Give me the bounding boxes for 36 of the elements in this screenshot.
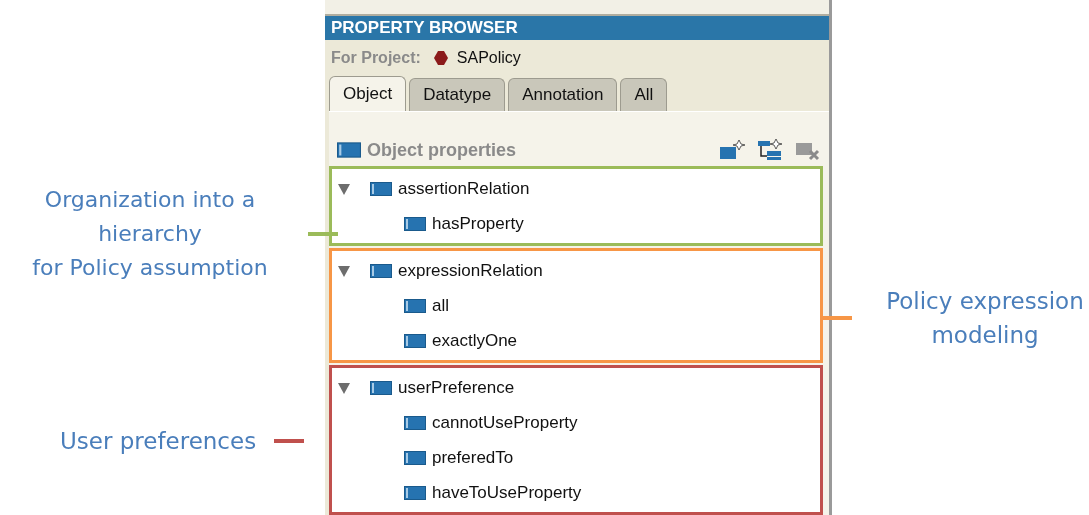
collapse-arrow-icon[interactable] xyxy=(338,264,350,277)
collapse-arrow-icon[interactable] xyxy=(338,182,350,195)
property-icon xyxy=(404,298,426,313)
tab[interactable]: Datatype xyxy=(409,78,506,111)
tab[interactable]: Object xyxy=(329,76,407,111)
tab[interactable]: Annotation xyxy=(508,78,618,111)
annotation-text: Organization into a hierarchy for Policy assumption xyxy=(31,186,269,282)
collapse-arrow-icon[interactable] xyxy=(338,381,350,394)
tree-item[interactable]: assertionRelation xyxy=(398,178,530,199)
tree-item[interactable]: exactlyOne xyxy=(432,330,518,351)
project-label: For Project: xyxy=(331,49,421,68)
annotation-text: User preferences xyxy=(60,427,257,456)
property-icon xyxy=(404,415,426,430)
add-subproperty-icon[interactable] xyxy=(757,139,783,161)
section-title: Object properties xyxy=(367,139,517,161)
tree-item[interactable]: haveToUseProperty xyxy=(432,482,582,503)
property-icon xyxy=(404,216,426,231)
tree-item[interactable]: preferedTo xyxy=(432,447,514,468)
tab[interactable]: All xyxy=(620,78,668,111)
tree-item[interactable]: userPreference xyxy=(398,377,515,398)
property-icon xyxy=(337,142,361,158)
tree-item[interactable]: hasProperty xyxy=(432,213,524,234)
add-property-icon[interactable] xyxy=(719,139,745,161)
property-icon xyxy=(370,263,392,278)
property-icon xyxy=(404,333,426,348)
property-icon xyxy=(404,485,426,500)
project-icon xyxy=(432,50,449,67)
tree-item[interactable]: expressionRelation xyxy=(398,260,543,281)
project-name: SAPolicy xyxy=(456,49,521,68)
tree-item[interactable]: cannotUseProperty xyxy=(432,412,578,433)
property-icon xyxy=(370,380,392,395)
panel-title: PROPERTY BROWSER xyxy=(331,17,518,38)
annotation-text: Policy expression modeling xyxy=(885,287,1085,350)
property-icon xyxy=(370,181,392,196)
tree-item[interactable]: all xyxy=(432,295,449,316)
property-icon xyxy=(404,450,426,465)
